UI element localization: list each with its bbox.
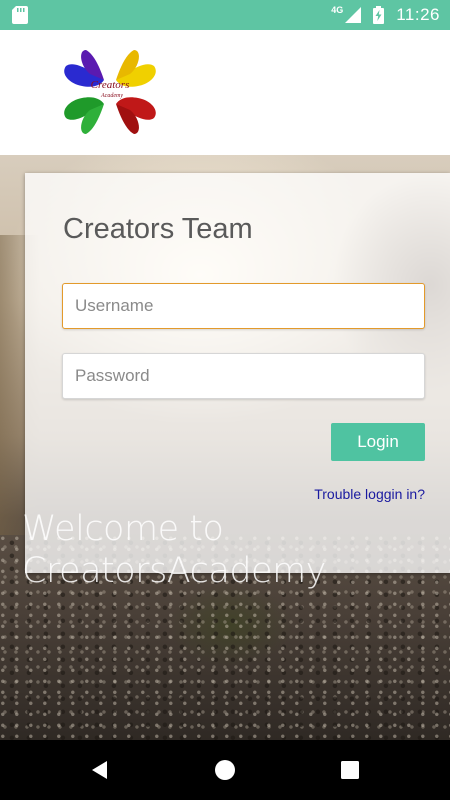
sd-card-icon <box>12 6 28 24</box>
welcome-text: Welcome to CreatorsAcademy <box>22 508 442 592</box>
password-input[interactable] <box>62 353 425 399</box>
network-type: 4G <box>331 5 344 15</box>
status-icons: 4G 11:26 <box>331 0 440 30</box>
app-header: Creators Academy <box>0 30 450 155</box>
home-icon[interactable] <box>214 759 236 781</box>
recents-icon[interactable] <box>339 759 361 781</box>
navigation-bar <box>0 740 450 800</box>
battery-charging-icon <box>373 6 385 24</box>
logo-text: Creators <box>91 79 130 91</box>
signal-icon <box>345 7 362 23</box>
username-input[interactable] <box>62 283 425 329</box>
card-title: Creators Team <box>63 213 253 245</box>
login-button[interactable]: Login <box>331 423 425 461</box>
logo-subtext: Academy <box>100 93 123 99</box>
clock: 11:26 <box>396 5 440 24</box>
trouble-login-link[interactable]: Trouble loggin in? <box>314 486 425 502</box>
back-icon[interactable] <box>89 759 111 781</box>
status-bar: 4G 11:26 <box>0 0 450 30</box>
welcome-line-1: Welcome to <box>22 509 224 549</box>
butterfly-logo: Creators Academy <box>64 50 156 134</box>
welcome-line-2: CreatorsAcademy <box>22 551 326 591</box>
